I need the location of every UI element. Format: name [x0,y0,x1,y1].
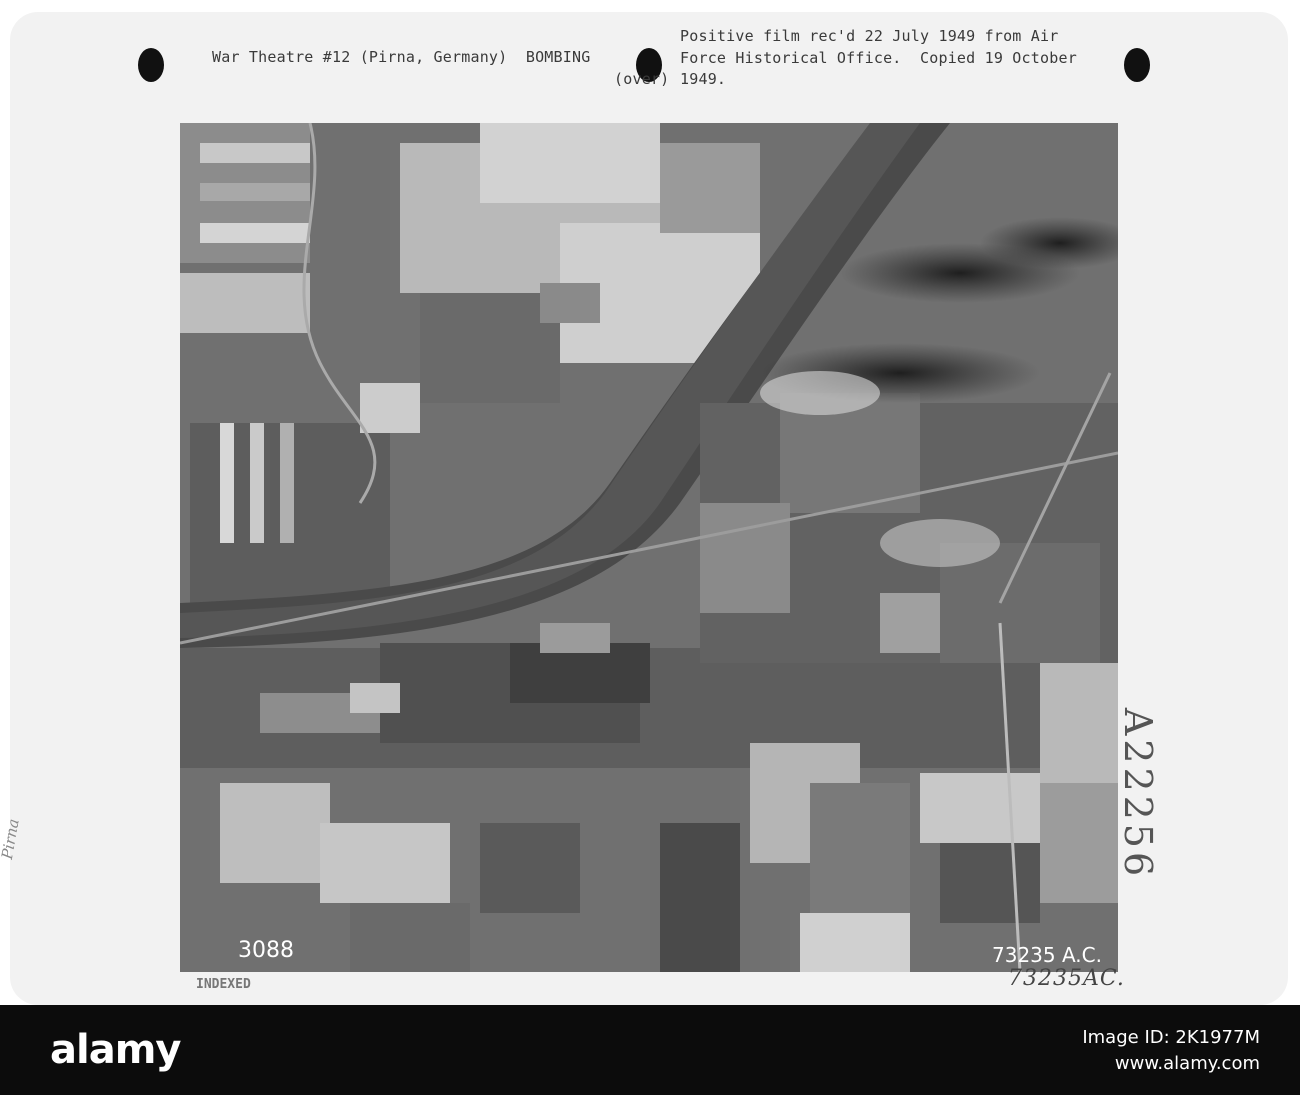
caption-line-2: Force Historical Office. Copied 19 Octob… [680,49,1077,67]
caption-line-3: 1949. [680,70,727,88]
indexed-stamp: INDEXED [196,977,251,992]
pencil-note: Pirna [0,817,23,861]
vertical-id: A22256 [1116,707,1161,881]
aerial-photo-image [180,123,1118,972]
punch-hole-left [138,48,164,82]
aerial-photo: 3088 73235 A.C. [180,123,1118,972]
brand-logo: alamy [50,1027,181,1073]
footer-bar: alamy Image ID: 2K1977M www.alamy.com [0,1005,1300,1095]
punch-hole-right [1124,48,1150,82]
site-url: www.alamy.com [1114,1053,1260,1074]
frame-number: 3088 [238,938,294,963]
caption-title: War Theatre #12 (Pirna, Germany) BOMBING [212,48,591,66]
vertical-id-container: A22256 [1116,700,1180,900]
caption-over: (over) [614,70,670,88]
pencil-note-container: Pirna [0,800,38,890]
image-id: Image ID: 2K1977M [1082,1027,1260,1048]
negative-number: 73235 A.C. [992,943,1102,967]
caption-line-1: Positive film rec'd 22 July 1949 from Ai… [680,27,1059,45]
handwritten-number: 73235AC. [1008,966,1125,991]
